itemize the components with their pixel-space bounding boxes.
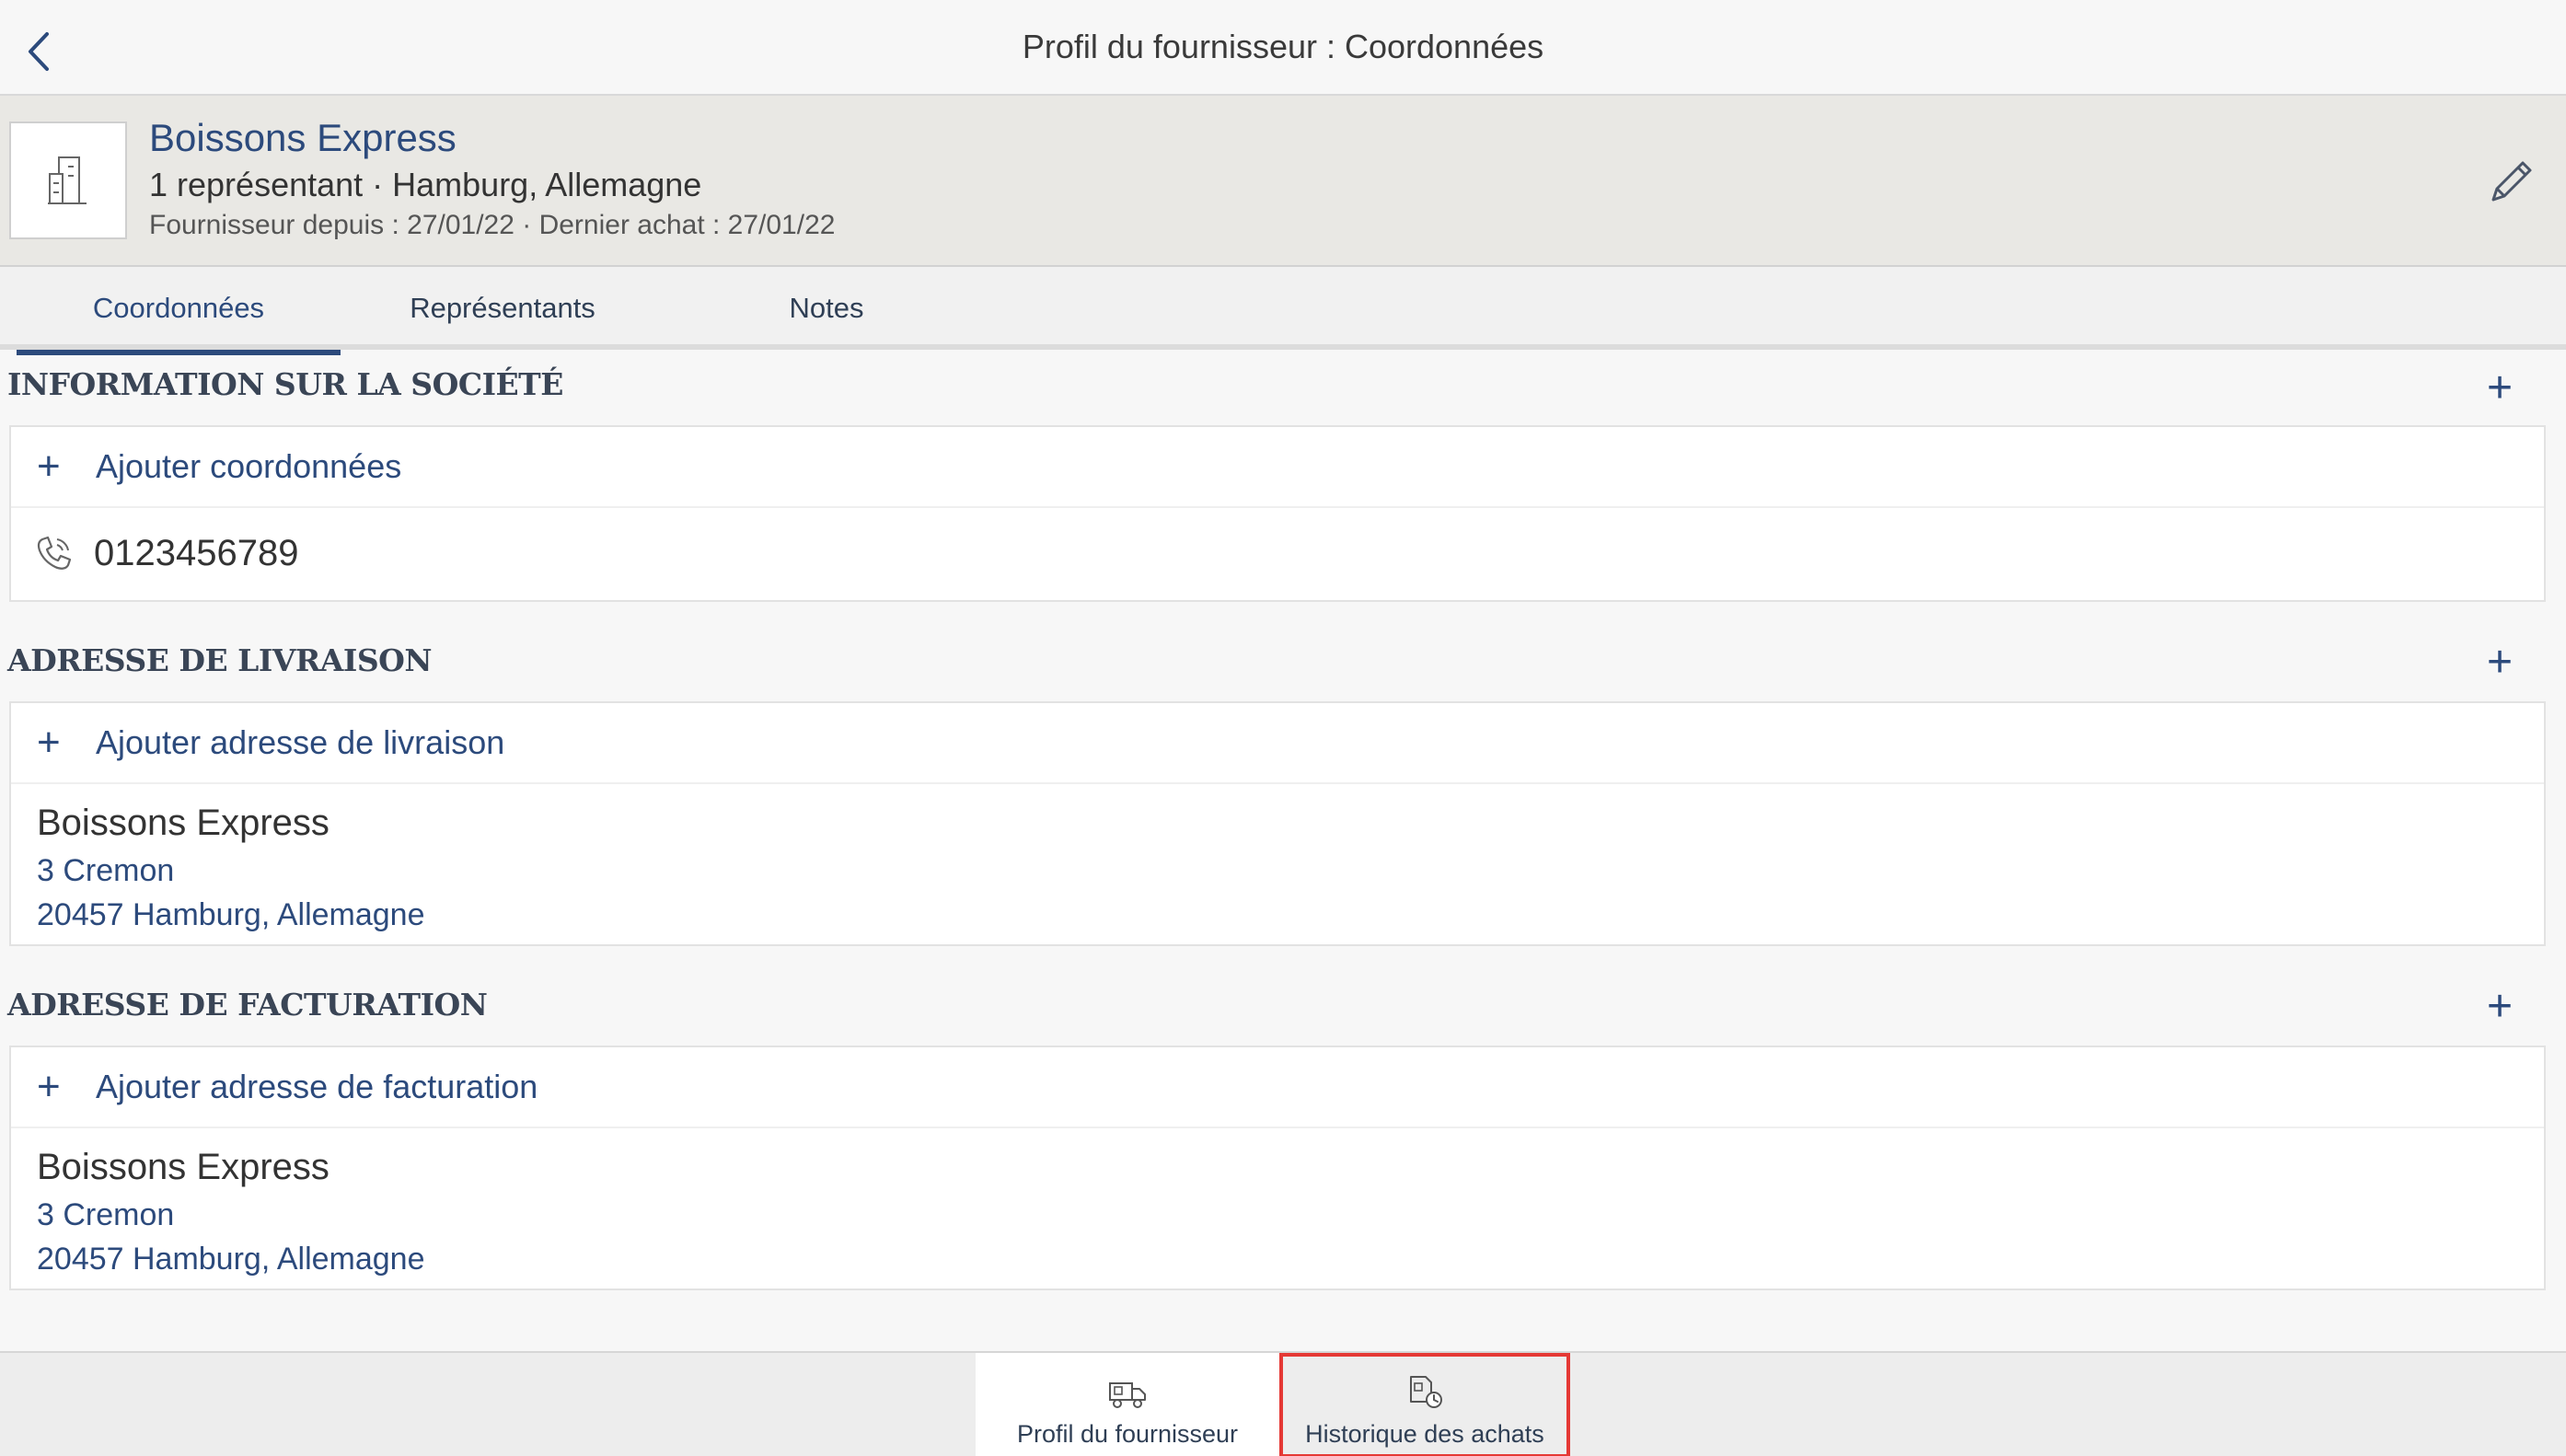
section-title-billing-address: ADRESSE DE FACTURATION <box>7 987 488 1023</box>
bottom-navigation-bar: Profil du fournisseur Historique des ach… <box>0 1351 2566 1456</box>
add-coordinates-label: Ajouter coordonnées <box>96 447 402 485</box>
add-delivery-address-label: Ajouter adresse de livraison <box>96 723 505 761</box>
delivery-address-block[interactable]: Boissons Express 3 Cremon 20457 Hamburg,… <box>11 784 2544 937</box>
delivery-address-card: + Ajouter adresse de livraison Boissons … <box>9 701 2546 946</box>
bottom-tab-purchase-history[interactable]: Historique des achats <box>1279 1353 1570 1456</box>
company-info-card: + Ajouter coordonnées 0123456789 <box>9 425 2546 602</box>
bottom-tab-purchase-history-label: Historique des achats <box>1305 1420 1544 1448</box>
phone-icon <box>37 536 72 570</box>
add-company-info-button[interactable]: + <box>2478 366 2522 410</box>
billing-address-city: 20457 Hamburg, Allemagne <box>37 1242 425 1277</box>
truck-icon <box>1109 1382 1146 1408</box>
delivery-address-city: 20457 Hamburg, Allemagne <box>37 897 425 932</box>
tab-bar: Coordonnées Représentants Notes <box>0 267 2566 355</box>
add-delivery-address-button[interactable]: + <box>2478 641 2522 685</box>
page-title: Profil du fournisseur : Coordonnées <box>1022 28 1544 65</box>
delivery-address-street: 3 Cremon <box>37 853 175 888</box>
tab-notes[interactable]: Notes <box>665 267 988 350</box>
billing-address-street: 3 Cremon <box>37 1197 175 1232</box>
add-coordinates-row[interactable]: + Ajouter coordonnées <box>11 427 2544 508</box>
edit-button[interactable] <box>2481 153 2540 212</box>
pencil-icon <box>2491 161 2532 202</box>
building-icon <box>48 156 87 204</box>
billing-address-block[interactable]: Boissons Express 3 Cremon 20457 Hamburg,… <box>11 1128 2544 1281</box>
bottom-tab-supplier-profile[interactable]: Profil du fournisseur <box>976 1353 1279 1456</box>
bottom-tab-supplier-profile-label: Profil du fournisseur <box>1016 1420 1239 1448</box>
billing-address-name: Boissons Express <box>37 1147 329 1187</box>
section-title-company-info: INFORMATION SUR LA SOCIÉTÉ <box>7 366 563 402</box>
purchase-history-icon <box>1410 1376 1442 1408</box>
supplier-meta: Fournisseur depuis : 27/01/22 · Dernier … <box>149 210 836 240</box>
top-navigation-bar: Profil du fournisseur : Coordonnées <box>0 0 2566 96</box>
supplier-subtitle: 1 représentant · Hamburg, Allemagne <box>149 166 702 203</box>
billing-address-card: + Ajouter adresse de facturation Boisson… <box>9 1046 2546 1290</box>
plus-icon: + <box>37 444 61 489</box>
tab-coordonnees[interactable]: Coordonnées <box>17 267 341 355</box>
plus-icon: + <box>37 1064 61 1109</box>
add-delivery-address-row[interactable]: + Ajouter adresse de livraison <box>11 703 2544 784</box>
section-title-delivery-address: ADRESSE DE LIVRAISON <box>7 642 433 678</box>
tab-representants[interactable]: Représentants <box>341 267 665 350</box>
supplier-header: Boissons Express 1 représentant · Hambur… <box>0 96 2566 267</box>
supplier-name: Boissons Express <box>149 116 457 159</box>
add-billing-address-button[interactable]: + <box>2478 985 2522 1029</box>
supplier-logo <box>9 121 127 239</box>
delivery-address-name: Boissons Express <box>37 803 329 843</box>
phone-row[interactable]: 0123456789 <box>11 508 2544 598</box>
add-billing-address-label: Ajouter adresse de facturation <box>96 1068 538 1105</box>
add-billing-address-row[interactable]: + Ajouter adresse de facturation <box>11 1047 2544 1128</box>
plus-icon: + <box>37 720 61 765</box>
phone-number: 0123456789 <box>94 532 299 573</box>
